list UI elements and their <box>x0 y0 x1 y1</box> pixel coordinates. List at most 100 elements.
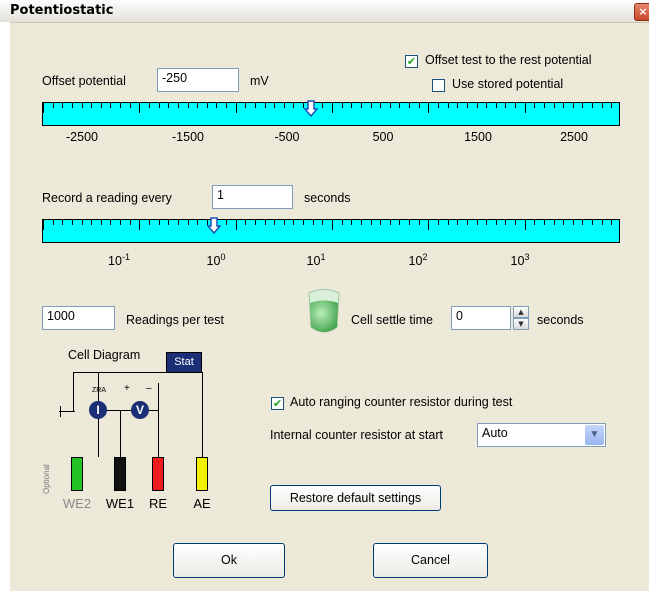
offset-rest-checkbox[interactable]: ✔ <box>405 55 418 68</box>
scale-tick <box>245 103 247 108</box>
cell-settle-input[interactable]: 0 <box>451 306 511 330</box>
cell-diagram-title: Cell Diagram <box>68 348 141 362</box>
offset-potential-label: Offset potential <box>42 74 126 88</box>
scale-tick <box>71 220 73 225</box>
interval-tick-label: 103 <box>510 252 530 269</box>
scale-tick <box>360 220 362 225</box>
offset-slider-thumb-icon[interactable] <box>304 100 318 117</box>
electrode-we2 <box>71 457 83 491</box>
scale-tick <box>476 103 478 108</box>
scale-tick <box>303 220 305 225</box>
title-bar: Potentiostatic × <box>0 0 649 23</box>
scale-tick <box>226 220 228 225</box>
current-meter-icon: I <box>89 401 107 419</box>
scale-tick <box>100 220 102 225</box>
scale-tick <box>322 220 324 225</box>
scale-tick <box>254 103 256 108</box>
offset-unit-label: mV <box>250 74 269 88</box>
scale-tick <box>283 220 285 225</box>
readings-per-test-label: Readings per test <box>126 313 224 327</box>
ground-symbol <box>60 406 61 417</box>
scale-tick <box>100 103 102 108</box>
scale-tick <box>120 220 122 225</box>
cell-settle-unit: seconds <box>537 313 584 327</box>
scale-tick <box>177 103 179 108</box>
cancel-button[interactable]: Cancel <box>373 543 488 578</box>
scale-tick <box>158 103 160 108</box>
scale-tick <box>457 220 459 225</box>
scale-tick <box>524 103 526 113</box>
scale-tick <box>437 103 439 108</box>
scale-tick <box>43 103 44 113</box>
scale-tick <box>43 220 44 230</box>
scale-tick <box>148 103 150 108</box>
scale-tick <box>370 103 372 108</box>
record-interval-slider[interactable] <box>42 219 620 243</box>
scale-tick <box>158 220 160 225</box>
scale-tick <box>81 220 83 225</box>
scale-tick <box>235 103 237 113</box>
scale-tick <box>486 220 488 225</box>
scale-tick <box>129 220 131 225</box>
scale-tick <box>582 103 584 108</box>
counter-resistor-label: Internal counter resistor at start <box>270 428 443 442</box>
offset-tick-label: -2500 <box>66 130 98 144</box>
ground-wire <box>59 411 75 412</box>
auto-range-checkbox[interactable]: ✔ <box>271 397 284 410</box>
electrode-re <box>152 457 164 491</box>
ok-button[interactable]: Ok <box>173 543 285 578</box>
use-stored-checkbox[interactable] <box>432 79 445 92</box>
scale-tick <box>582 220 584 225</box>
restore-defaults-button[interactable]: Restore default settings <box>270 485 441 511</box>
scale-tick <box>91 103 93 108</box>
scale-tick <box>611 103 613 108</box>
scale-tick <box>264 220 266 225</box>
counter-resistor-select[interactable]: Auto ▼ <box>477 423 606 447</box>
scale-tick <box>447 103 449 108</box>
settle-spin-up-button[interactable]: ▲ <box>513 306 529 318</box>
scale-tick <box>71 103 73 108</box>
offset-potential-slider[interactable] <box>42 102 620 126</box>
scale-tick <box>428 220 430 230</box>
voltage-meter-icon: V <box>131 401 149 419</box>
left-edge <box>0 22 10 591</box>
scale-tick <box>534 220 536 225</box>
scale-tick <box>293 220 295 225</box>
readings-per-test-input[interactable]: 1000 <box>42 306 115 330</box>
record-interval-input[interactable]: 1 <box>212 185 293 209</box>
scale-tick <box>611 220 613 225</box>
scale-tick <box>370 220 372 225</box>
interval-slider-thumb-icon[interactable] <box>207 217 221 234</box>
scale-tick <box>226 103 228 108</box>
scale-tick <box>62 220 64 225</box>
interval-tick-label: 10-1 <box>108 252 130 269</box>
interval-tick-label: 101 <box>306 252 326 269</box>
electrode-ae <box>196 457 208 491</box>
scale-tick <box>409 103 411 108</box>
offset-tick-label: -500 <box>274 130 300 144</box>
auto-range-label: Auto ranging counter resistor during tes… <box>290 395 513 409</box>
scale-tick <box>293 103 295 108</box>
scale-tick <box>81 103 83 108</box>
chevron-down-icon[interactable]: ▼ <box>585 425 604 445</box>
scale-tick <box>52 103 54 108</box>
offset-potential-input[interactable]: -250 <box>157 68 239 92</box>
scale-tick <box>563 103 565 108</box>
close-button[interactable]: × <box>634 3 649 21</box>
offset-tick-label: 1500 <box>464 130 492 144</box>
scale-tick <box>553 220 555 225</box>
scale-tick <box>360 103 362 108</box>
scale-tick <box>129 103 131 108</box>
scale-tick <box>601 220 603 225</box>
scale-tick <box>495 103 497 108</box>
settle-spin-down-button[interactable]: ▼ <box>513 318 529 330</box>
scale-tick <box>274 103 276 108</box>
scale-tick <box>351 220 353 225</box>
scale-tick <box>197 220 199 225</box>
scale-tick <box>572 103 574 108</box>
scale-tick <box>534 103 536 108</box>
scale-tick <box>457 103 459 108</box>
electrode-label: WE1 <box>105 496 135 511</box>
scale-tick <box>177 220 179 225</box>
scale-tick <box>418 103 420 108</box>
